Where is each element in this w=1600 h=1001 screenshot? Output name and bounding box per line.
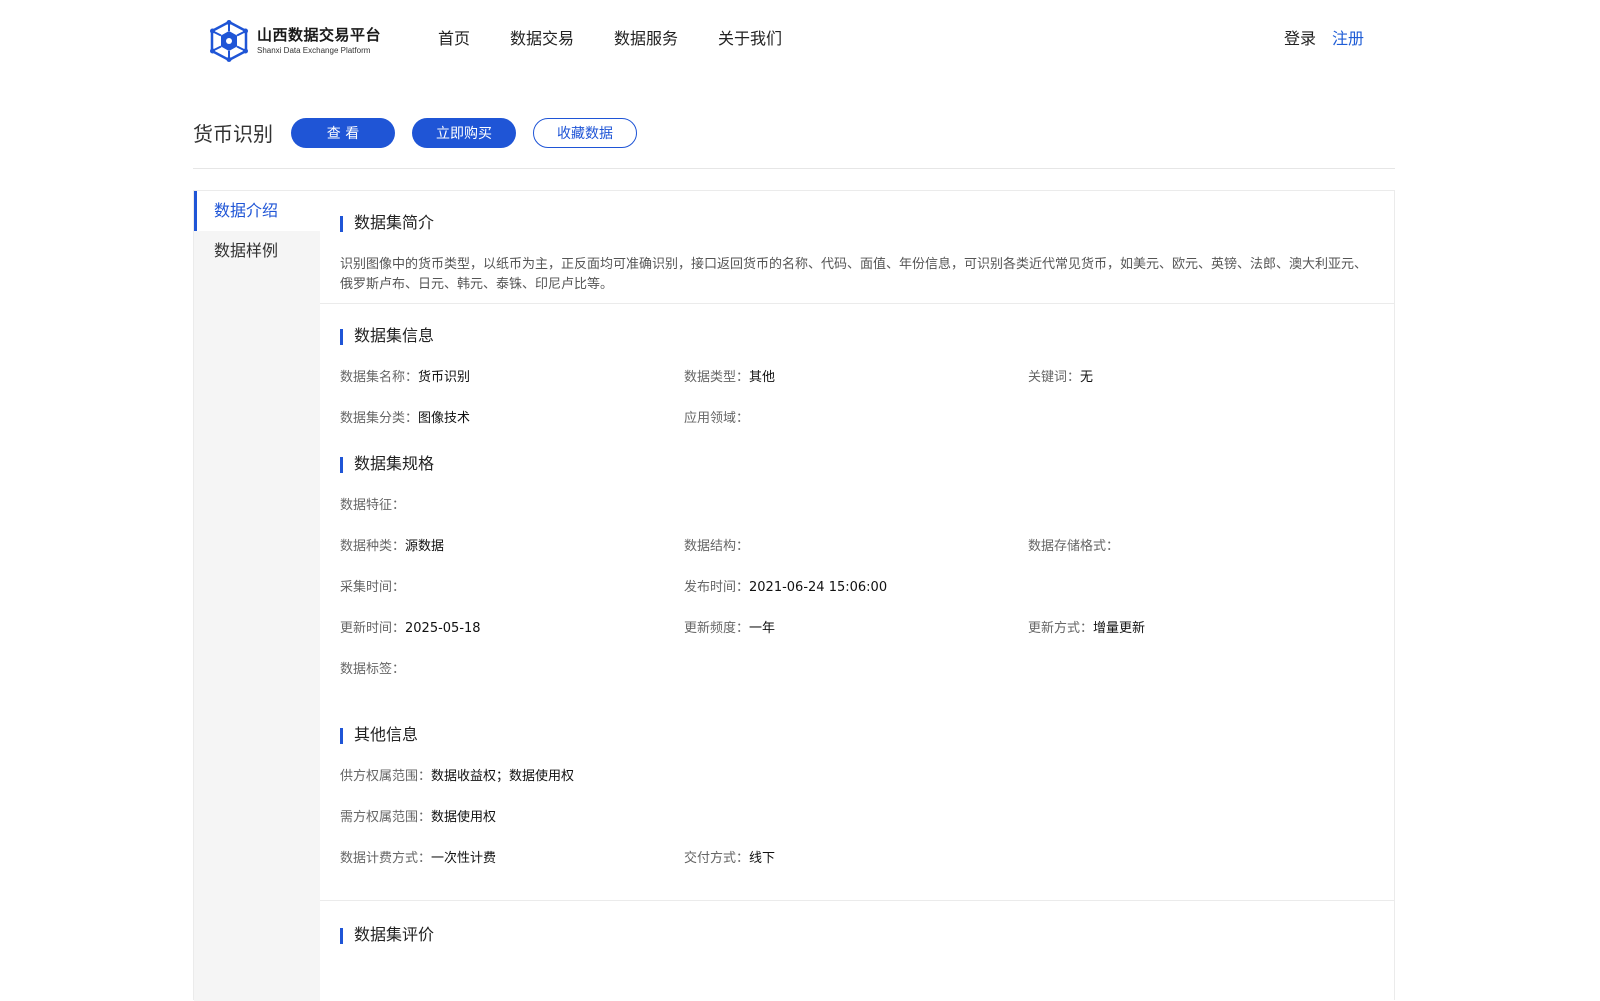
field-value: 其他 (749, 370, 776, 385)
field-label: 数据特征： (340, 498, 406, 513)
info-row: 需方权属范围：数据使用权 (340, 808, 1374, 828)
nav-about[interactable]: 关于我们 (718, 26, 782, 52)
field-label: 更新方式： (1028, 621, 1094, 636)
intro-section: 数据集简介 识别图像中的货币类型，以纸币为主，正反面均可准确识别，接口返回货币的… (320, 191, 1394, 304)
login-link[interactable]: 登录 (1284, 26, 1316, 52)
intro-text: 识别图像中的货币类型，以纸币为主，正反面均可准确识别，接口返回货币的名称、代码、… (340, 257, 1368, 292)
buy-now-button[interactable]: 立即购买 (412, 118, 516, 148)
section-title: 数据集简介 (340, 211, 1374, 235)
field-value: 一次性计费 (431, 851, 497, 866)
field-value: 一年 (749, 621, 776, 636)
main-nav: 首页 数据交易 数据服务 关于我们 (438, 26, 822, 52)
section-title: 数据集信息 (340, 324, 1374, 348)
info-row: 供方权属范围：数据收益权；数据使用权 (340, 767, 1374, 787)
info-row: 更新时间：2025-05-18 更新频度：一年 更新方式：增量更新 (340, 619, 1374, 639)
info-row: 数据集分类：图像技术 应用领域： (340, 409, 1374, 429)
section-title: 数据集规格 (340, 452, 1374, 476)
field-value: 数据使用权 (431, 810, 497, 825)
field-label: 数据集名称： (340, 370, 419, 385)
field-label: 应用领域： (684, 411, 750, 426)
field-value: 数据收益权；数据使用权 (431, 769, 575, 784)
logo[interactable]: 山西数据交易平台 Shanxi Data Exchange Platform (209, 20, 381, 62)
auth-links: 登录 注册 (1284, 26, 1364, 52)
field-value: 图像技术 (418, 411, 471, 426)
info-row: 数据标签： (340, 660, 1374, 680)
field-value: 无 (1080, 370, 1094, 385)
detail-panel: 数据介绍 数据样例 数据集简介 识别图像中的货币类型，以纸币为主，正反面均可准确… (193, 190, 1395, 1001)
info-row: 数据特征： (340, 496, 1374, 516)
field-value: 源数据 (405, 539, 445, 554)
main-content: 数据集简介 识别图像中的货币类型，以纸币为主，正反面均可准确识别，接口返回货币的… (320, 191, 1394, 947)
logo-subtitle: Shanxi Data Exchange Platform (257, 46, 371, 55)
field-value: 2025-05-18 (405, 621, 481, 636)
field-value: 增量更新 (1093, 621, 1146, 636)
sidebar: 数据介绍 数据样例 (194, 191, 320, 1001)
hexagon-network-icon (210, 20, 248, 62)
section-title: 其他信息 (340, 723, 1374, 747)
field-label: 数据存储格式： (1028, 539, 1120, 554)
field-label: 更新频度： (684, 621, 750, 636)
review-section: 数据集评价 (320, 901, 1394, 947)
nav-data-trade[interactable]: 数据交易 (510, 26, 574, 52)
info-row: 数据计费方式：一次性计费 交付方式：线下 (340, 849, 1374, 869)
info-row: 数据集名称：货币识别 数据类型：其他 关键词：无 (340, 368, 1374, 388)
info-section: 数据集信息 数据集名称：货币识别 数据类型：其他 关键词：无 数据集分类：图像技… (320, 304, 1394, 901)
info-row: 采集时间： 发布时间：2021-06-24 15:06:00 (340, 578, 1374, 598)
nav-data-service[interactable]: 数据服务 (614, 26, 678, 52)
field-label: 更新时间： (340, 621, 406, 636)
field-value: 线下 (749, 851, 776, 866)
field-label: 供方权属范围： (340, 769, 432, 784)
field-label: 数据类型： (684, 370, 750, 385)
field-value: 货币识别 (418, 370, 471, 385)
sidebar-item-intro[interactable]: 数据介绍 (194, 191, 320, 231)
field-label: 数据集分类： (340, 411, 419, 426)
info-row: 数据种类：源数据 数据结构： 数据存储格式： (340, 537, 1374, 557)
view-button[interactable]: 查 看 (291, 118, 395, 148)
field-label: 数据计费方式： (340, 851, 432, 866)
favorite-button[interactable]: 收藏数据 (533, 118, 637, 148)
field-label: 数据结构： (684, 539, 750, 554)
site-header: 山西数据交易平台 Shanxi Data Exchange Platform 首… (0, 0, 1568, 80)
field-label: 关键词： (1028, 370, 1081, 385)
field-label: 采集时间： (340, 580, 406, 595)
section-title: 数据集评价 (340, 923, 1374, 947)
nav-home[interactable]: 首页 (438, 26, 470, 52)
dataset-titlebar: 货币识别 查 看 立即购买 收藏数据 (193, 118, 1395, 169)
field-label: 数据标签： (340, 662, 406, 677)
field-label: 需方权属范围： (340, 810, 432, 825)
field-label: 交付方式： (684, 851, 750, 866)
field-label: 数据种类： (340, 539, 406, 554)
logo-title: 山西数据交易平台 (257, 26, 382, 44)
sidebar-item-sample[interactable]: 数据样例 (194, 231, 320, 271)
register-link[interactable]: 注册 (1332, 26, 1364, 52)
field-label: 发布时间： (684, 580, 750, 595)
page-title: 货币识别 (193, 122, 273, 146)
field-value: 2021-06-24 15:06:00 (749, 580, 888, 595)
